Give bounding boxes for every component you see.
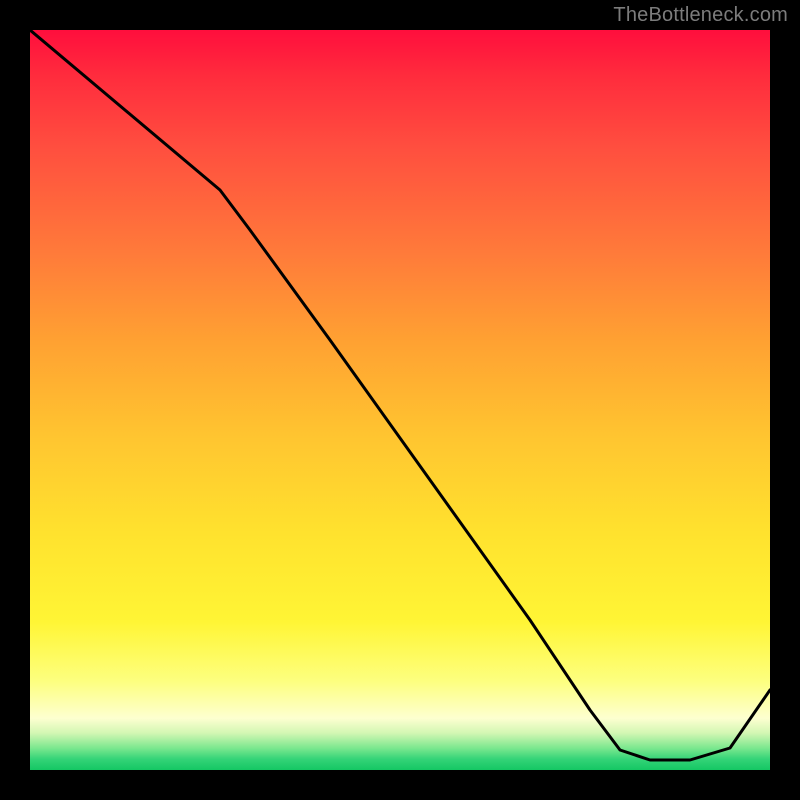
plot-area [30,30,770,770]
line-chart-layer [30,30,770,770]
bottleneck-curve [30,30,770,760]
chart-frame: TheBottleneck.com [0,0,800,800]
watermark-text: TheBottleneck.com [613,4,788,27]
